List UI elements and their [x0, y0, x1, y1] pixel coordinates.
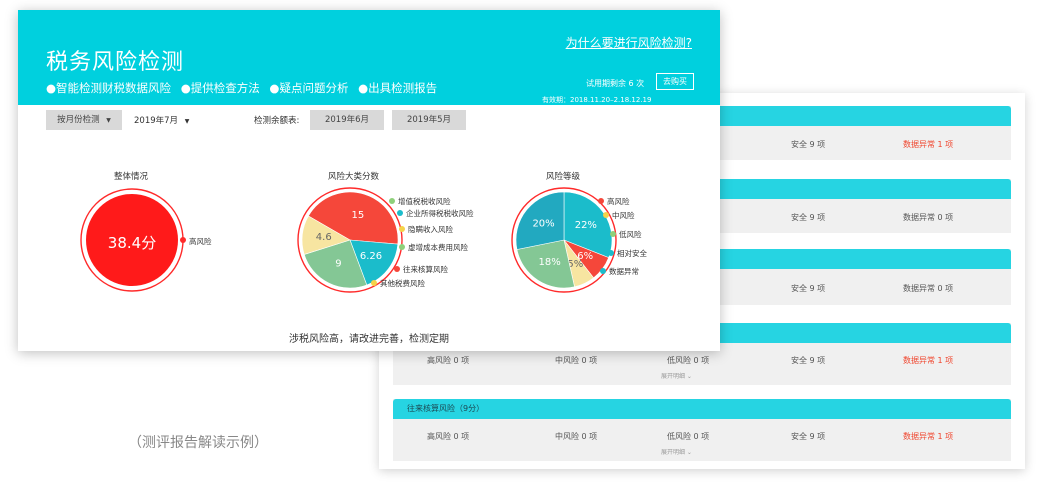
pie1-value-label: 15: [352, 210, 365, 221]
mode-dropdown[interactable]: 按月份检测 ▼: [46, 110, 122, 130]
pie1-legend-label: 企业所得税税收风险: [406, 209, 474, 218]
abnormal-count[interactable]: 数据异常 1 项: [903, 139, 953, 150]
pie2-legend-label: 中风险: [612, 211, 635, 220]
pie2-legend-label: 高风险: [607, 197, 630, 206]
feature-item: ●提供检查方法: [180, 81, 260, 95]
high-risk-count: 高风险 0 项: [427, 356, 470, 365]
section-body: 高风险 0 项 中风险 0 项 低风险 0 项 安全 9 项 数据异常 1 项 …: [393, 419, 1011, 461]
level-dot: [180, 237, 186, 243]
month-button-jun[interactable]: 2019年6月: [310, 110, 384, 130]
pie1-value-label: 4.6: [316, 232, 332, 243]
low-risk-count: 低风险 0 项: [667, 432, 710, 441]
overall-title: 整体情况: [114, 172, 149, 182]
month-label: 2019年7月: [134, 116, 179, 126]
page-title: 税务风险检测: [46, 50, 185, 75]
pie2-value-label: 18%: [539, 257, 561, 268]
safe-count: 安全 9 项: [791, 432, 826, 441]
month-button-may[interactable]: 2019年5月: [392, 110, 466, 130]
chevron-down-icon: ▼: [184, 118, 190, 125]
pie1-value-label: 6.26: [360, 251, 382, 262]
tax-risk-panel: 税务风险检测 ●智能检测财税数据风险 ●提供检查方法 ●疑点问题分析 ●出具检测…: [18, 10, 720, 351]
month-select[interactable]: 2019年7月 ▼: [134, 114, 189, 126]
safe-count: 安全 9 项: [791, 140, 826, 149]
pie2-legend-dot: [610, 231, 616, 237]
trial-remaining: 试用期剩余 6 次: [586, 79, 645, 88]
mode-label: 按月份检测: [57, 115, 100, 125]
pie2-legend-dot: [598, 198, 604, 204]
feature-item: ●疑点问题分析: [269, 81, 349, 95]
validity-period: 有效期：2018.11.20–2.18.12.19: [542, 96, 652, 104]
stage: 安全 9 项 数据异常 1 项 安全 9 项 数据异常 0 项 安全 9 项 数…: [0, 0, 1042, 490]
feature-item: ●出具检测报告: [358, 81, 438, 95]
panel-header: 税务风险检测 ●智能检测财税数据风险 ●提供检查方法 ●疑点问题分析 ●出具检测…: [18, 10, 720, 105]
pie1-value-label: 9: [335, 259, 341, 270]
pie1-legend-dot: [389, 198, 395, 204]
pie1-title: 风险大类分数: [328, 172, 380, 182]
safe-count: 安全 9 项: [791, 284, 826, 293]
abnormal-count: 数据异常 0 项: [903, 284, 954, 293]
pie2-legend-label: 相对安全: [617, 249, 647, 258]
pie2-title: 风险等级: [546, 172, 581, 182]
pie1-legend-label: 隐瞒收入风险: [408, 225, 453, 234]
pie1-legend-dot: [399, 244, 405, 250]
section-header[interactable]: 往来核算风险（9分）: [393, 399, 1011, 419]
buy-button[interactable]: 去购买: [656, 73, 694, 90]
pie1-legend-dot: [399, 226, 405, 232]
expand-details-link[interactable]: 展开明细 ⌄: [661, 447, 692, 456]
overall-score: 38.4分: [107, 234, 157, 252]
caption: （测评报告解读示例）: [128, 435, 268, 451]
pie1-legend-dot: [397, 210, 403, 216]
low-risk-count: 低风险 0 项: [667, 356, 710, 365]
expand-details-link[interactable]: 展开明细 ⌄: [661, 371, 692, 380]
toolbar: 按月份检测 ▼ 2019年7月 ▼ 检测余额表: 2019年6月 2019年5月: [18, 110, 720, 132]
why-detect-link[interactable]: 为什么要进行风险检测?: [566, 34, 692, 51]
overall-level: 高风险: [189, 237, 212, 246]
abnormal-count: 数据异常 0 项: [903, 213, 954, 222]
pie2-legend-label: 低风险: [619, 230, 642, 239]
safe-count: 安全 9 项: [791, 213, 826, 222]
pie1-legend-label: 虚增成本费用风险: [408, 243, 468, 252]
pie2-legend-label: 数据异常: [609, 267, 639, 276]
abnormal-count[interactable]: 数据异常 1 项: [903, 355, 953, 366]
pie1-legend-label: 往来核算风险: [403, 265, 448, 274]
mid-risk-count: 中风险 0 项: [555, 356, 598, 365]
feature-list: ●智能检测财税数据风险 ●提供检查方法 ●疑点问题分析 ●出具检测报告: [46, 80, 443, 96]
pie2-value-label: 22%: [575, 220, 597, 231]
high-risk-count: 高风险 0 项: [427, 432, 470, 441]
pie2-legend-dot: [603, 212, 609, 218]
abnormal-count[interactable]: 数据异常 1 项: [903, 431, 953, 442]
pie2-value-label: 20%: [532, 218, 554, 229]
pie2-legend-dot: [600, 268, 606, 274]
pie1-legend-label: 增值税税收风险: [398, 197, 451, 206]
conclusion-text: 涉税风险高，请改进完善，检测定期: [289, 334, 449, 345]
pie1-legend-label: 其他税费风险: [380, 279, 425, 288]
remaining-label: 检测余额表:: [254, 116, 300, 126]
safe-count: 安全 9 项: [791, 356, 826, 365]
mid-risk-count: 中风险 0 项: [555, 432, 598, 441]
chevron-down-icon: ▼: [106, 117, 111, 124]
pie1-legend-dot: [371, 280, 377, 286]
pie1-legend-dot: [394, 266, 400, 272]
report-section: 往来核算风险（9分） 高风险 0 项 中风险 0 项 低风险 0 项 安全 9 …: [393, 399, 1011, 461]
pie2-legend-dot: [608, 250, 614, 256]
feature-item: ●智能检测财税数据风险: [46, 81, 172, 95]
